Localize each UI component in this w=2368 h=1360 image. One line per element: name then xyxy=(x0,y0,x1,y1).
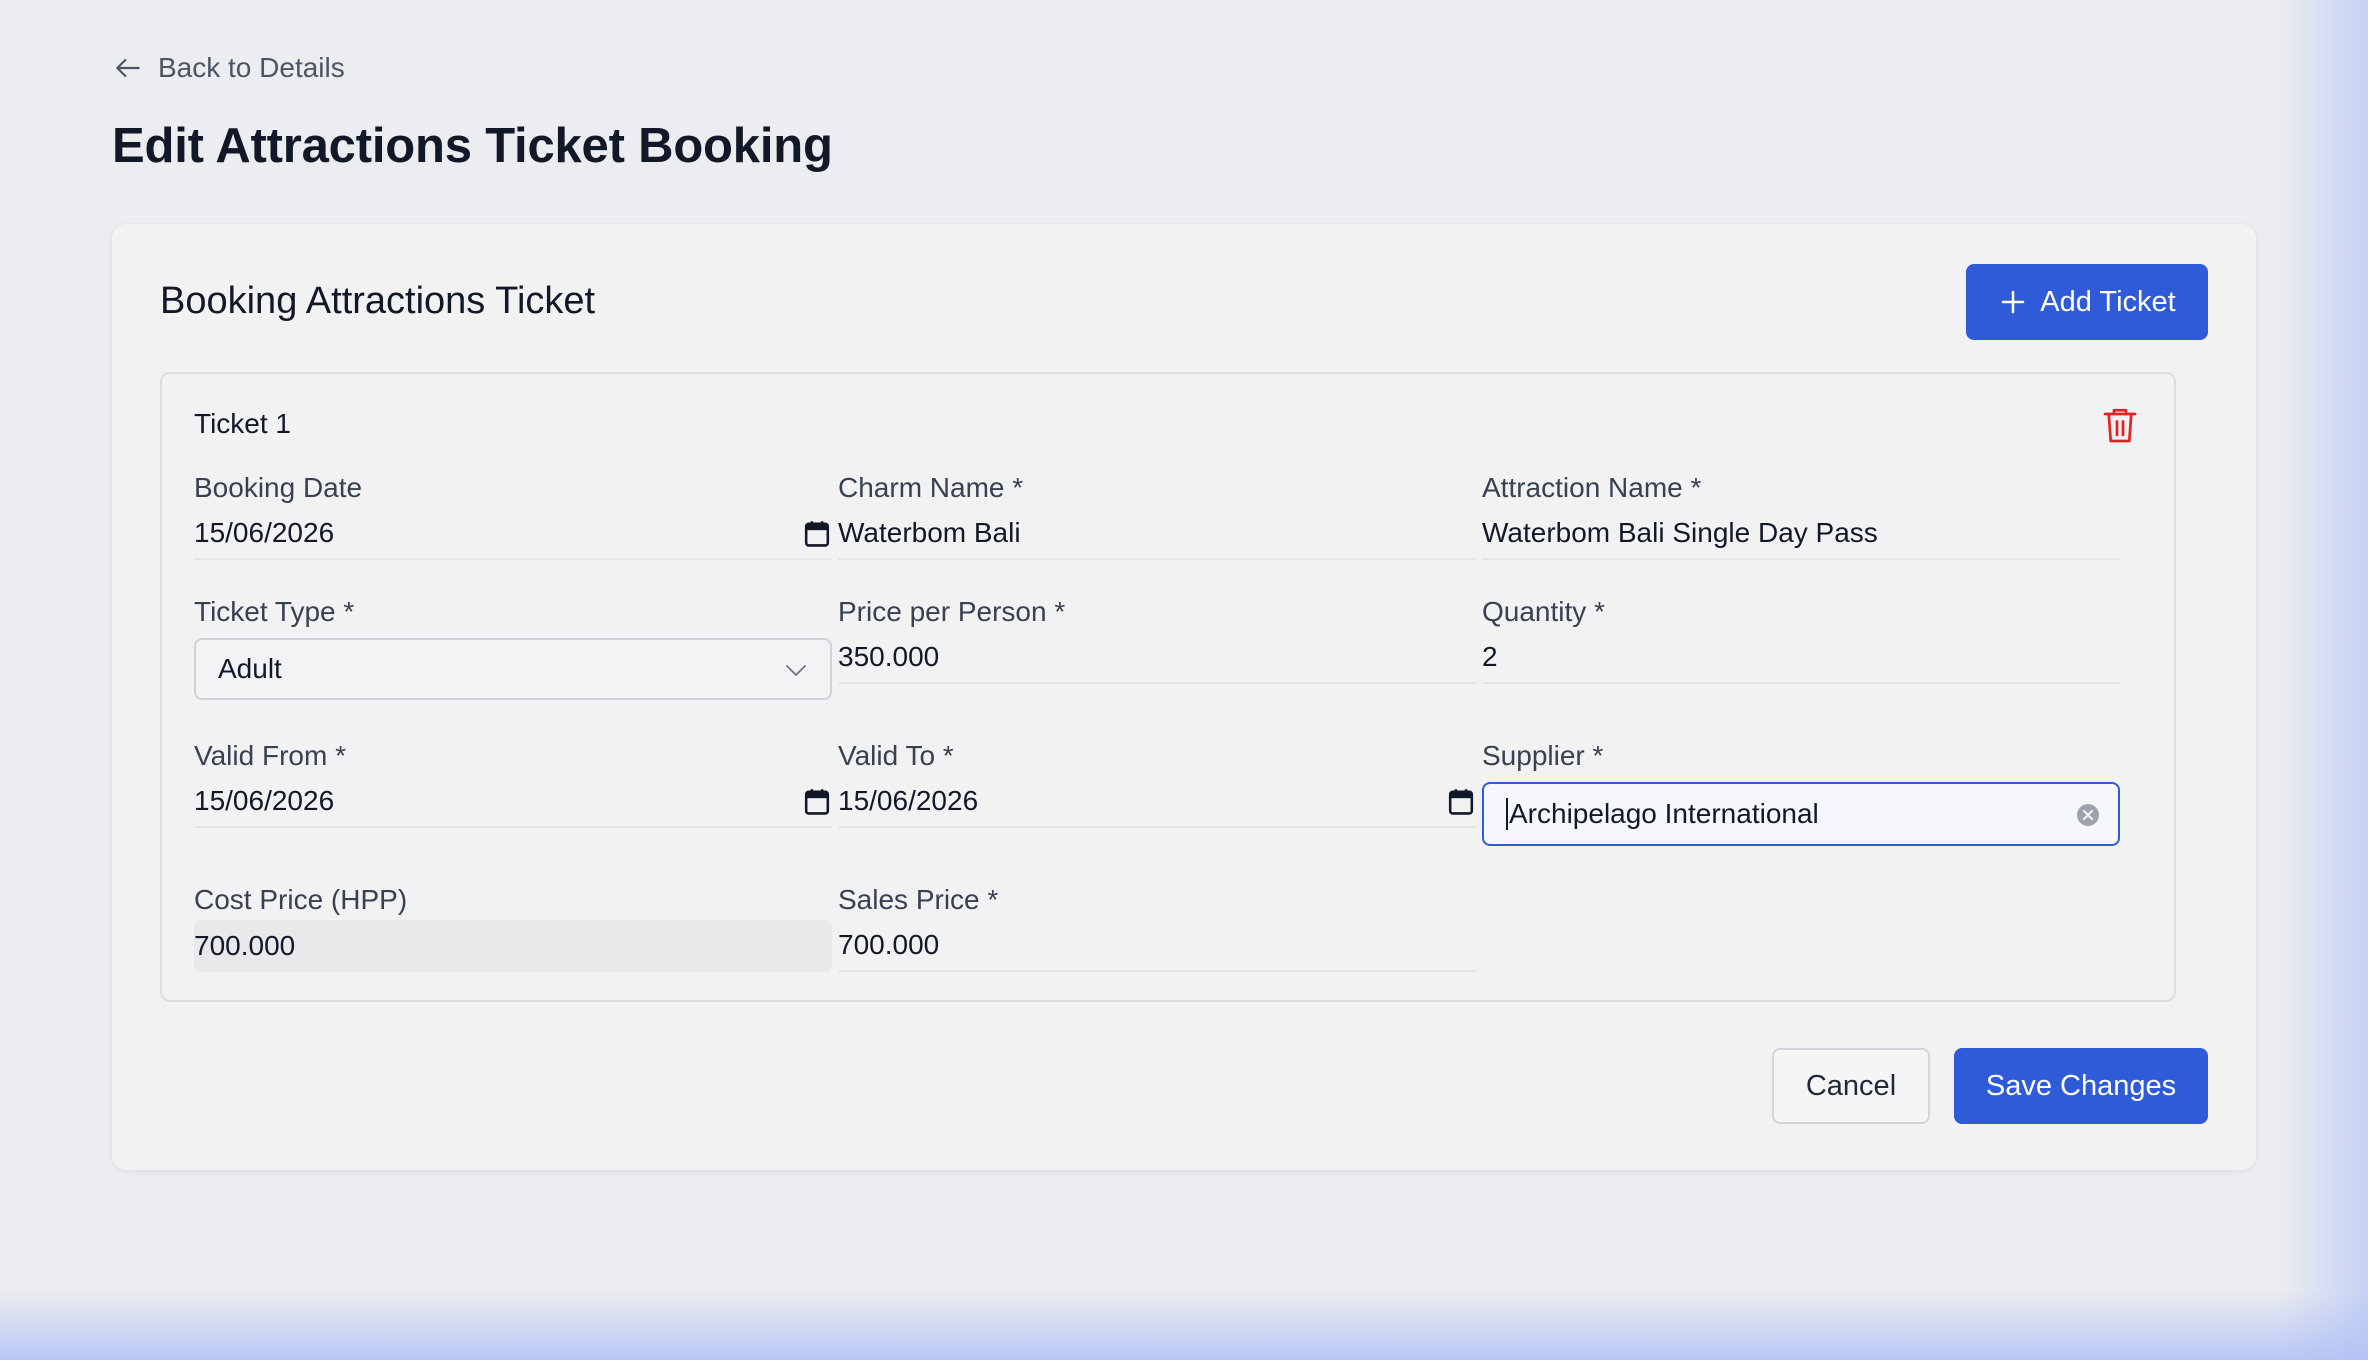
charm-name-field: Charm Name * Waterbom Bali xyxy=(838,468,1476,560)
ticket-type-field: Ticket Type * Adult xyxy=(194,592,832,700)
calendar-icon[interactable] xyxy=(804,520,830,548)
attraction-name-field: Attraction Name * Waterbom Bali Single D… xyxy=(1482,468,2120,560)
charm-name-input[interactable]: Waterbom Bali xyxy=(838,508,1476,560)
price-per-person-label: Price per Person * xyxy=(838,596,1066,627)
quantity-input[interactable]: 2 xyxy=(1482,632,2120,684)
sales-price-input[interactable]: 700.000 xyxy=(838,920,1476,972)
booking-card: Booking Attractions Ticket Add Ticket Ti… xyxy=(112,224,2256,1170)
add-ticket-label: Add Ticket xyxy=(2040,285,2176,318)
quantity-value: 2 xyxy=(1482,641,1498,672)
attraction-name-label: Attraction Name * xyxy=(1482,472,1702,503)
sales-price-value: 700.000 xyxy=(838,929,940,960)
quantity-field: Quantity * 2 xyxy=(1482,592,2120,684)
booking-date-field: Booking Date 15/06/2026 xyxy=(194,468,832,560)
chevron-down-icon xyxy=(786,665,806,676)
supplier-field: Supplier * Archipelago International xyxy=(1482,736,2120,846)
arrow-left-icon xyxy=(116,58,140,78)
quantity-label: Quantity * xyxy=(1482,596,1605,627)
back-to-details-link[interactable]: Back to Details xyxy=(112,46,2256,90)
price-per-person-input[interactable]: 350.000 xyxy=(838,632,1476,684)
background-glow-right xyxy=(2278,0,2368,1360)
ticket-type-select[interactable]: Adult xyxy=(194,638,832,700)
background-glow-bottom xyxy=(0,1290,2368,1360)
delete-ticket-button[interactable] xyxy=(2100,404,2140,448)
add-ticket-button[interactable]: Add Ticket xyxy=(1966,264,2208,340)
valid-to-input[interactable]: 15/06/2026 xyxy=(838,776,1476,828)
ticket-type-value: Adult xyxy=(218,653,282,684)
valid-from-input[interactable]: 15/06/2026 xyxy=(194,776,832,828)
booking-date-input[interactable]: 15/06/2026 xyxy=(194,508,832,560)
valid-to-field: Valid To * 15/06/2026 xyxy=(838,736,1476,828)
sales-price-field: Sales Price * 700.000 xyxy=(838,880,1476,972)
valid-from-field: Valid From * 15/06/2026 xyxy=(194,736,832,828)
charm-name-label: Charm Name * xyxy=(838,472,1024,503)
booking-date-label: Booking Date xyxy=(194,472,363,503)
plus-icon xyxy=(2002,290,2025,314)
cost-price-field: Cost Price (HPP) 700.000 xyxy=(194,880,832,972)
page-container: Back to Details Edit Attractions Ticket … xyxy=(112,46,2256,1170)
cost-price-value: 700.000 xyxy=(194,930,296,961)
valid-from-label: Valid From * xyxy=(194,740,346,771)
attraction-name-value: Waterbom Bali Single Day Pass xyxy=(1482,517,1878,548)
trash-icon xyxy=(2103,408,2137,443)
text-caret xyxy=(1506,798,1508,830)
valid-to-value: 15/06/2026 xyxy=(838,785,979,816)
back-link-label: Back to Details xyxy=(158,52,345,83)
clear-circle-icon[interactable] xyxy=(2076,803,2100,827)
ticket-section: Ticket 1 Booking Date 15/06/2026 Charm N… xyxy=(160,372,2176,1002)
price-per-person-field: Price per Person * 350.000 xyxy=(838,592,1476,684)
supplier-value: Archipelago International xyxy=(1509,798,1819,829)
supplier-label: Supplier * xyxy=(1482,740,1604,771)
cancel-button[interactable]: Cancel xyxy=(1772,1048,1930,1124)
sales-price-label: Sales Price * xyxy=(838,884,999,915)
calendar-icon[interactable] xyxy=(804,788,830,816)
cost-price-label: Cost Price (HPP) xyxy=(194,884,408,915)
booking-date-value: 15/06/2026 xyxy=(194,517,335,548)
charm-name-value: Waterbom Bali xyxy=(838,517,1021,548)
ticket-type-label: Ticket Type * xyxy=(194,596,355,627)
save-changes-button[interactable]: Save Changes xyxy=(1954,1048,2208,1124)
page-title: Edit Attractions Ticket Booking xyxy=(112,119,833,173)
valid-from-value: 15/06/2026 xyxy=(194,785,335,816)
calendar-icon[interactable] xyxy=(1448,788,1474,816)
valid-to-label: Valid To * xyxy=(838,740,954,771)
cost-price-input: 700.000 xyxy=(194,920,832,972)
card-title: Booking Attractions Ticket xyxy=(160,280,596,322)
attraction-name-input[interactable]: Waterbom Bali Single Day Pass xyxy=(1482,508,2120,560)
price-per-person-value: 350.000 xyxy=(838,641,940,672)
ticket-title: Ticket 1 xyxy=(194,408,291,439)
form-actions: Cancel Save Changes xyxy=(1772,1048,2208,1124)
supplier-input[interactable]: Archipelago International xyxy=(1482,782,2120,846)
